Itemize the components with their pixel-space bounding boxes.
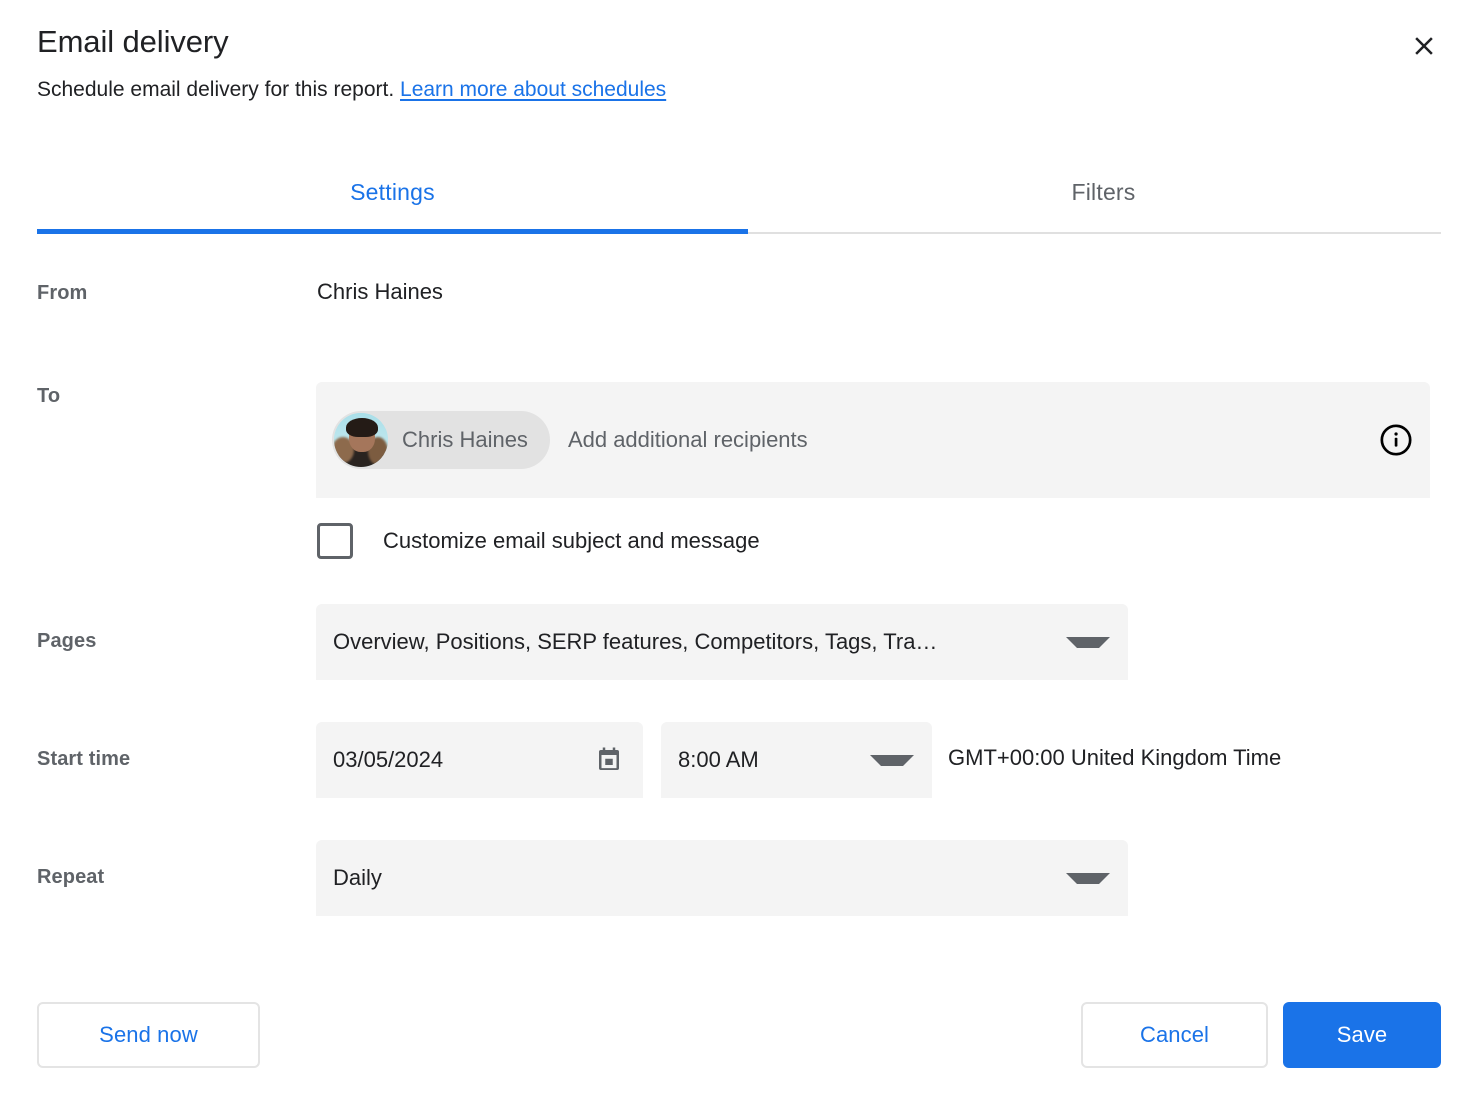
repeat-select[interactable]: Daily [316, 840, 1128, 916]
close-button[interactable] [1402, 24, 1446, 68]
close-icon [1415, 37, 1433, 55]
chevron-down-icon [870, 754, 914, 766]
recipient-chip[interactable]: Chris Haines [332, 411, 550, 469]
save-button[interactable]: Save [1283, 1002, 1441, 1068]
info-icon[interactable] [1378, 422, 1414, 458]
start-time-label: Start time [37, 748, 131, 770]
subtitle-text: Schedule email delivery for this report. [37, 78, 395, 101]
recipients-input[interactable]: Chris Haines Add additional recipients [316, 382, 1430, 498]
start-time-select[interactable]: 8:00 AM [661, 722, 932, 798]
tab-filters-label: Filters [1071, 179, 1136, 205]
tab-filters[interactable]: Filters [748, 166, 1459, 232]
from-label: From [37, 282, 88, 304]
to-label: To [37, 385, 61, 407]
checkbox-box[interactable] [317, 523, 353, 559]
start-date-value: 03/05/2024 [333, 747, 444, 772]
pages-select[interactable]: Overview, Positions, SERP features, Comp… [316, 604, 1128, 680]
tab-settings-label: Settings [350, 179, 435, 205]
chevron-down-icon [1066, 872, 1110, 884]
dialog-tabs: Settings Filters [37, 166, 1441, 234]
send-now-button[interactable]: Send now [37, 1002, 260, 1068]
customize-email-label: Customize email subject and message [383, 528, 760, 553]
tab-settings[interactable]: Settings [37, 166, 748, 234]
calendar-icon[interactable] [593, 744, 625, 776]
repeat-select-value: Daily [333, 865, 382, 890]
chevron-down-icon [1066, 636, 1110, 648]
learn-more-link[interactable]: Learn more about schedules [400, 78, 666, 101]
page-title: Email delivery [37, 24, 229, 59]
avatar [334, 413, 388, 467]
recipients-placeholder[interactable]: Add additional recipients [568, 427, 808, 453]
repeat-label: Repeat [37, 866, 105, 888]
recipient-chip-label: Chris Haines [402, 427, 528, 452]
cancel-button[interactable]: Cancel [1081, 1002, 1268, 1068]
from-value: Chris Haines [317, 279, 443, 304]
customize-email-checkbox[interactable]: Customize email subject and message [317, 523, 760, 559]
timezone-text: GMT+00:00 United Kingdom Time [948, 745, 1282, 770]
pages-select-value: Overview, Positions, SERP features, Comp… [333, 629, 938, 654]
pages-label: Pages [37, 630, 97, 652]
start-date-field[interactable]: 03/05/2024 [316, 722, 643, 798]
dialog-header: Email delivery Schedule email delivery f… [37, 22, 1441, 104]
start-time-value: 8:00 AM [678, 747, 759, 772]
email-delivery-dialog: Email delivery Schedule email delivery f… [0, 0, 1478, 1098]
dialog-subtitle: Schedule email delivery for this report.… [37, 76, 1441, 104]
